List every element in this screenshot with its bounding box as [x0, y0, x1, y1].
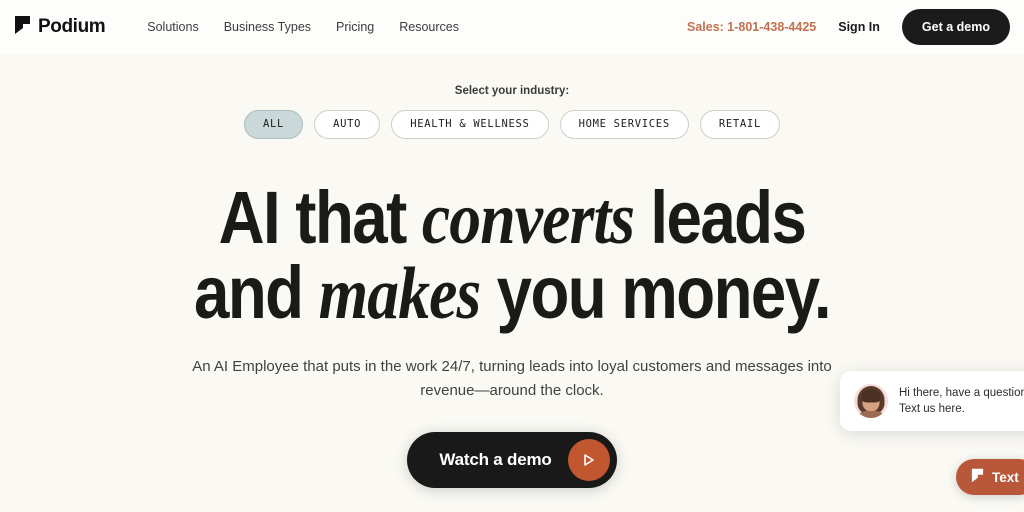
- watch-a-demo-label: Watch a demo: [439, 449, 552, 469]
- headline-emphasis-makes: makes: [318, 252, 482, 335]
- main-nav: Solutions Business Types Pricing Resourc…: [147, 20, 459, 34]
- hero-headline: AI that converts leads and makes you mon…: [72, 180, 953, 332]
- podium-flag-icon: [971, 468, 984, 486]
- sign-in-link[interactable]: Sign In: [838, 20, 880, 34]
- headline-text-1a: AI that: [218, 175, 422, 259]
- industry-pill-health-wellness[interactable]: HEALTH & WELLNESS: [391, 110, 549, 139]
- chat-prompt-bubble[interactable]: Hi there, have a question? Text us here.: [840, 371, 1024, 431]
- industry-selector: ALL AUTO HEALTH & WELLNESS HOME SERVICES…: [0, 110, 1024, 139]
- logo[interactable]: Podium: [14, 15, 106, 40]
- watch-a-demo-button[interactable]: Watch a demo: [407, 431, 617, 488]
- nav-item-resources[interactable]: Resources: [399, 20, 459, 34]
- chat-prompt-message: Hi there, have a question? Text us here.: [899, 386, 1024, 415]
- headline-line-2: and makes you money.: [72, 255, 953, 331]
- site-header: Podium Solutions Business Types Pricing …: [0, 0, 1024, 54]
- hero-subheadline: An AI Employee that puts in the work 24/…: [192, 358, 832, 400]
- headline-line-1: AI that converts leads: [72, 180, 953, 256]
- header-actions: Sales: 1-801-438-4425 Sign In Get a demo: [687, 9, 1010, 45]
- hero-cta-row: Watch a demo: [0, 431, 1024, 488]
- text-us-button-label: Text: [992, 469, 1019, 485]
- headline-text-2a: and: [193, 250, 319, 334]
- headline-text-1b: leads: [634, 175, 807, 259]
- industry-pill-auto[interactable]: AUTO: [314, 110, 381, 139]
- industry-pill-home-services[interactable]: HOME SERVICES: [559, 110, 689, 139]
- headline-text-2b: you money.: [480, 250, 832, 334]
- industry-selector-label: Select your industry:: [454, 85, 570, 97]
- text-us-button[interactable]: Text: [956, 459, 1024, 495]
- headline-emphasis-converts: converts: [421, 177, 635, 260]
- podium-flag-icon: [14, 15, 31, 40]
- nav-item-pricing[interactable]: Pricing: [336, 20, 374, 34]
- logo-wordmark: Podium: [38, 16, 106, 37]
- industry-pill-all[interactable]: ALL: [244, 110, 304, 139]
- sales-phone-link[interactable]: Sales: 1-801-438-4425: [687, 20, 816, 34]
- play-triangle-icon: [567, 438, 610, 481]
- nav-item-business-types[interactable]: Business Types: [224, 20, 311, 34]
- nav-item-solutions[interactable]: Solutions: [147, 20, 198, 34]
- industry-pill-retail[interactable]: RETAIL: [699, 110, 780, 139]
- agent-avatar: [854, 384, 888, 418]
- get-a-demo-button[interactable]: Get a demo: [901, 9, 1010, 45]
